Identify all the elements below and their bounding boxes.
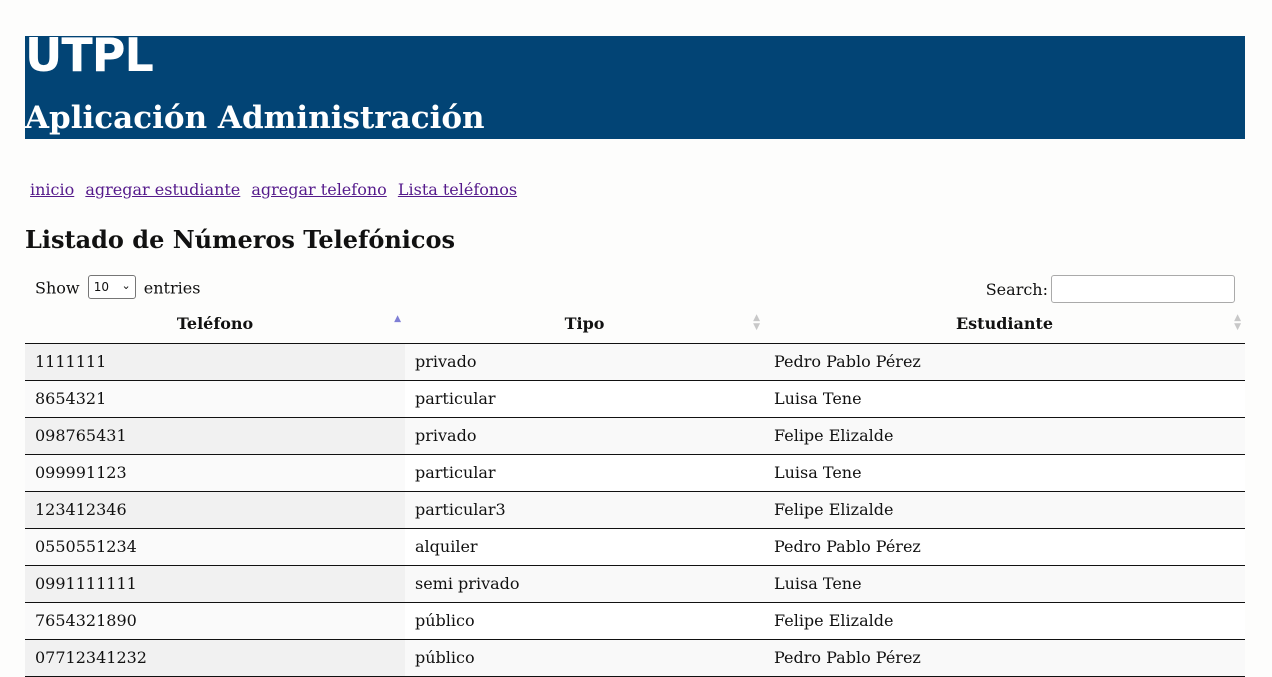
sort-both-icon: ▲ ▼ xyxy=(753,313,760,332)
cell-telefono: 8654321 xyxy=(25,380,405,418)
cell-telefono: 7654321890 xyxy=(25,602,405,640)
table-header-row: Teléfono ▲ Tipo ▲ ▼ Estudiante ▲ ▼ xyxy=(25,305,1245,344)
page-title: Listado de Números Telefónicos xyxy=(25,225,456,254)
cell-estudiante: Pedro Pablo Pérez xyxy=(764,343,1245,381)
show-label: Show xyxy=(35,278,80,298)
entries-length-value: 10 xyxy=(93,280,109,294)
cell-estudiante: Felipe Elizalde xyxy=(764,417,1245,455)
cell-estudiante: Pedro Pablo Pérez xyxy=(764,528,1245,566)
table-row: 0991111111 semi privado Luisa Tene xyxy=(25,565,1245,603)
cell-estudiante: Luisa Tene xyxy=(764,380,1245,418)
nav-link-agregar-estudiante[interactable]: agregar estudiante xyxy=(85,180,240,199)
column-header-label: Estudiante xyxy=(955,314,1054,334)
cell-telefono: 099991123 xyxy=(25,454,405,492)
cell-tipo: particular xyxy=(405,380,764,418)
table-row: 0550551234 alquiler Pedro Pablo Pérez xyxy=(25,528,1245,566)
cell-tipo: privado xyxy=(405,343,764,381)
search-input[interactable] xyxy=(1051,275,1235,303)
sort-both-icon: ▲ ▼ xyxy=(1234,313,1241,332)
table-row: 098765431 privado Felipe Elizalde xyxy=(25,417,1245,455)
table-row: 8654321 particular Luisa Tene xyxy=(25,380,1245,418)
cell-estudiante: Felipe Elizalde xyxy=(764,602,1245,640)
cell-tipo: público xyxy=(405,639,764,677)
cell-telefono: 07712341232 xyxy=(25,639,405,677)
cell-tipo: particular3 xyxy=(405,491,764,529)
cell-estudiante: Pedro Pablo Pérez xyxy=(764,639,1245,677)
column-header-estudiante[interactable]: Estudiante ▲ ▼ xyxy=(764,305,1245,344)
table-row: 1111111 privado Pedro Pablo Pérez xyxy=(25,343,1245,381)
header-banner: UTPL Aplicación Administración xyxy=(25,32,1245,139)
cell-tipo: alquiler xyxy=(405,528,764,566)
sort-ascending-icon: ▲ xyxy=(394,314,401,324)
nav-link-lista-telefonos[interactable]: Lista teléfonos xyxy=(398,180,517,199)
nav-link-inicio[interactable]: inicio xyxy=(30,180,74,199)
cell-tipo: particular xyxy=(405,454,764,492)
column-header-label: Teléfono xyxy=(176,314,254,334)
main-nav: inicio agregar estudiante agregar telefo… xyxy=(30,180,523,199)
cell-telefono: 098765431 xyxy=(25,417,405,455)
column-header-label: Tipo xyxy=(564,314,605,334)
table-row: 099991123 particular Luisa Tene xyxy=(25,454,1245,492)
search-label: Search: xyxy=(985,279,1048,299)
column-header-telefono[interactable]: Teléfono ▲ xyxy=(25,305,405,344)
entries-label: entries xyxy=(143,278,201,298)
cell-telefono: 0991111111 xyxy=(25,565,405,603)
table-row: 7654321890 público Felipe Elizalde xyxy=(25,602,1245,640)
table-row: 123412346 particular3 Felipe Elizalde xyxy=(25,491,1245,529)
column-header-tipo[interactable]: Tipo ▲ ▼ xyxy=(405,305,764,344)
phones-table: Teléfono ▲ Tipo ▲ ▼ Estudiante ▲ ▼ 1111111… xyxy=(25,305,1245,677)
table-row: 07712341232 público Pedro Pablo Pérez xyxy=(25,639,1245,677)
search-control: Search: xyxy=(986,275,1235,303)
cell-tipo: privado xyxy=(405,417,764,455)
cell-estudiante: Luisa Tene xyxy=(764,454,1245,492)
cell-tipo: público xyxy=(405,602,764,640)
cell-tipo: semi privado xyxy=(405,565,764,603)
app-title: Aplicación Administración xyxy=(25,100,485,136)
nav-link-agregar-telefono[interactable]: agregar telefono xyxy=(251,180,386,199)
cell-telefono: 1111111 xyxy=(25,343,405,381)
cell-estudiante: Felipe Elizalde xyxy=(764,491,1245,529)
entries-length-control: Show 10 ⌄ entries xyxy=(35,275,201,301)
cell-estudiante: Luisa Tene xyxy=(764,565,1245,603)
cell-telefono: 123412346 xyxy=(25,491,405,529)
utpl-logo: UTPL xyxy=(25,28,154,82)
cell-telefono: 0550551234 xyxy=(25,528,405,566)
chevron-down-icon: ⌄ xyxy=(121,279,131,292)
entries-length-select[interactable]: 10 ⌄ xyxy=(87,275,136,299)
